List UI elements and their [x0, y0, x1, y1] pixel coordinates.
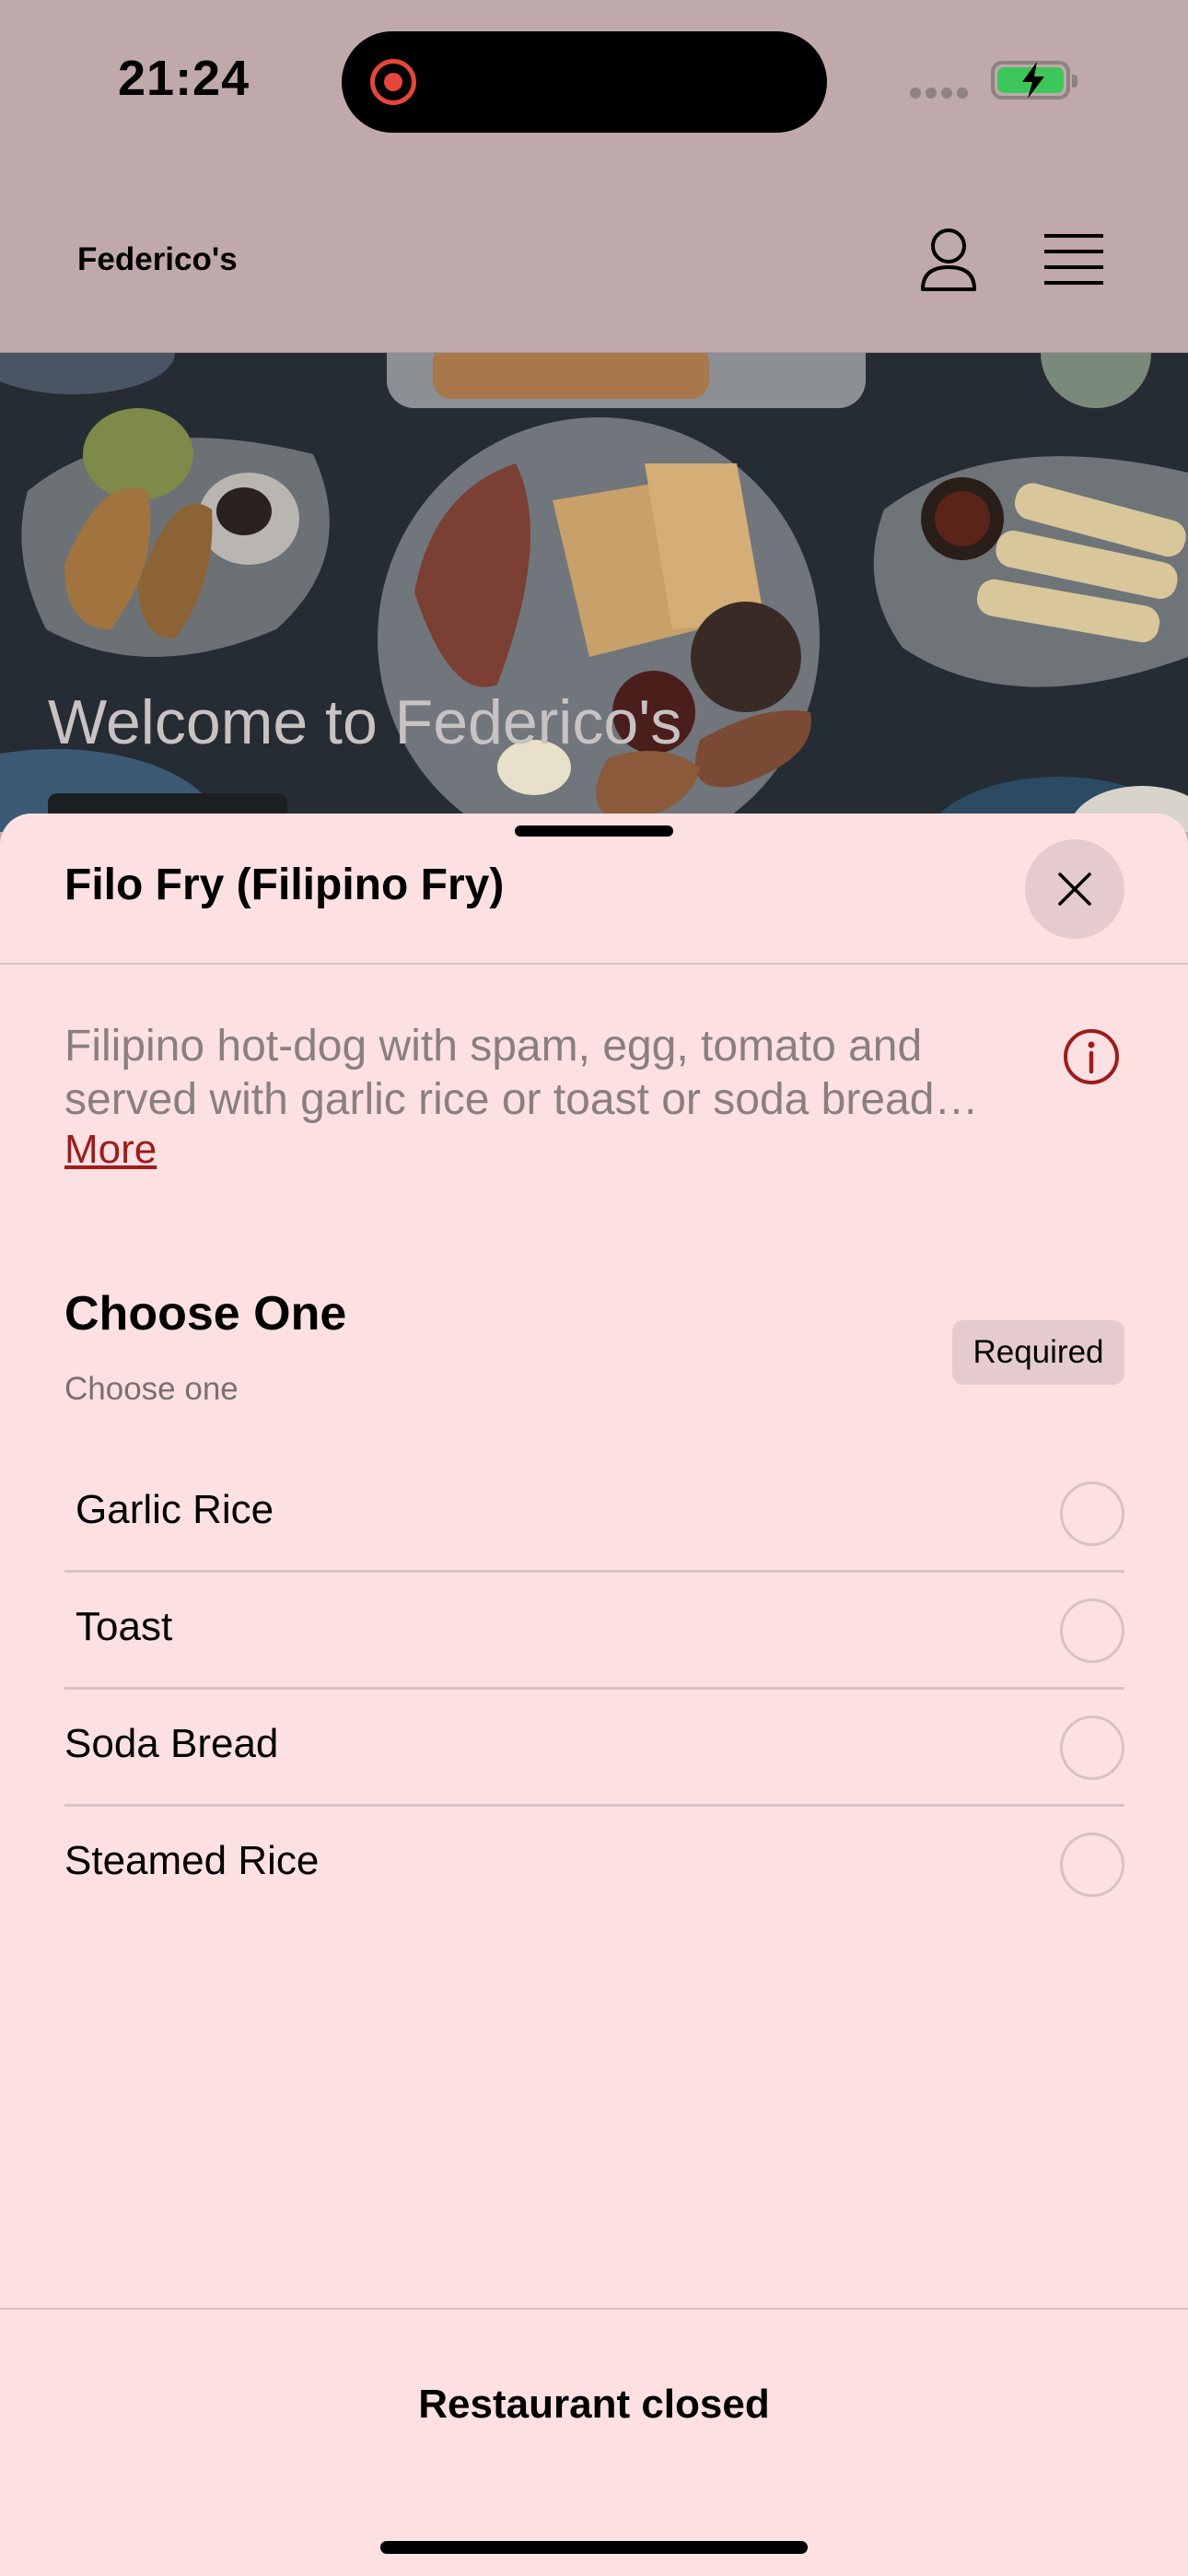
- divider: [0, 2308, 1188, 2310]
- app-header: Federico's: [0, 166, 1188, 353]
- radio-button[interactable]: [1060, 1715, 1124, 1780]
- close-icon: [1058, 872, 1091, 906]
- divider: [0, 963, 1188, 965]
- item-description: Filipino hot-dog with spam, egg, tomato …: [64, 1020, 1059, 1127]
- option-group-subtitle: Choose one: [64, 1371, 239, 1407]
- option-row[interactable]: Soda Bread: [64, 1690, 1124, 1807]
- option-list: Garlic Rice Toast Soda Bread Steamed Ric…: [64, 1456, 1124, 1924]
- item-detail-sheet: Filo Fry (Filipino Fry) Filipino hot-dog…: [0, 814, 1188, 2576]
- sheet-grabber[interactable]: [515, 825, 673, 837]
- option-row[interactable]: Steamed Rice: [64, 1807, 1124, 1924]
- home-indicator[interactable]: [380, 2541, 808, 2554]
- hero-title: Welcome to Federico's: [48, 687, 682, 757]
- radio-button[interactable]: [1060, 1598, 1124, 1663]
- close-button[interactable]: [1025, 839, 1124, 939]
- hero-banner: Welcome to Federico's: [0, 353, 1188, 832]
- restaurant-name[interactable]: Federico's: [77, 241, 238, 278]
- info-icon[interactable]: [1063, 1028, 1120, 1090]
- menu-icon[interactable]: [1044, 232, 1103, 292]
- restaurant-closed-status: Restaurant closed: [418, 2382, 770, 2427]
- status-time: 21:24: [118, 51, 250, 106]
- status-bar: 21:24: [0, 0, 1188, 166]
- description-line: Filipino hot-dog with spam, egg, tomato …: [64, 1022, 923, 1071]
- option-row[interactable]: Garlic Rice: [64, 1456, 1124, 1573]
- option-label: Toast: [76, 1604, 173, 1649]
- more-link[interactable]: More: [64, 1127, 157, 1173]
- radio-button[interactable]: [1060, 1481, 1124, 1546]
- option-group-title: Choose One: [64, 1287, 347, 1341]
- battery-charging-icon: [991, 61, 1077, 100]
- dynamic-island: [342, 31, 827, 133]
- option-label: Garlic Rice: [76, 1487, 274, 1532]
- cellular-signal-icon: [910, 87, 973, 103]
- radio-button[interactable]: [1060, 1832, 1124, 1897]
- description-line: served with garlic rice or toast or soda…: [64, 1075, 979, 1124]
- user-icon[interactable]: [919, 227, 978, 298]
- food-photo-image: [0, 353, 1188, 832]
- option-label: Soda Bread: [64, 1721, 279, 1766]
- required-badge: Required: [952, 1320, 1124, 1385]
- option-label: Steamed Rice: [64, 1838, 320, 1883]
- option-row[interactable]: Toast: [64, 1573, 1124, 1690]
- item-title: Filo Fry (Filipino Fry): [64, 861, 505, 909]
- screen-recording-icon: [370, 59, 416, 105]
